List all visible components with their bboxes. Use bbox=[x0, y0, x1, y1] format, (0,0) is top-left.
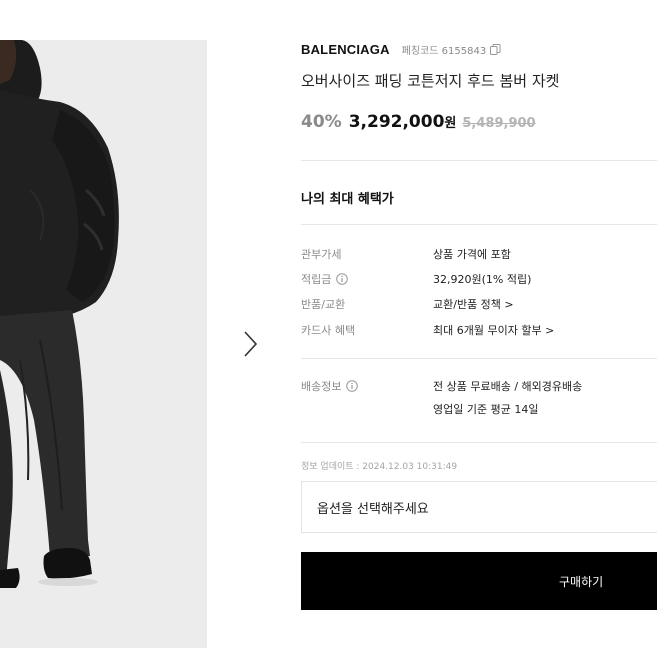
info-icon[interactable] bbox=[346, 380, 359, 392]
currency-unit: 원 bbox=[444, 116, 457, 131]
divider bbox=[301, 442, 657, 443]
product-image bbox=[0, 40, 207, 648]
copy-icon[interactable] bbox=[490, 44, 501, 55]
return-policy-link[interactable]: 교환/반품 정책 > bbox=[433, 296, 514, 312]
product-photo-model bbox=[0, 40, 207, 648]
product-name: 오버사이즈 패딩 코튼저지 후드 봄버 자켓 bbox=[301, 72, 560, 90]
divider bbox=[301, 358, 657, 359]
chevron-right-icon bbox=[244, 331, 258, 357]
shipping-eta: 영업일 기준 평균 14일 bbox=[433, 403, 539, 416]
benefit-value: 상품 가격에 포함 bbox=[433, 248, 511, 261]
shipping-label: 배송정보 bbox=[301, 380, 342, 393]
benefit-label: 관부가세 bbox=[301, 248, 342, 261]
discount-rate: 40% bbox=[301, 112, 342, 132]
benefit-label: 반품/교환 bbox=[301, 298, 346, 311]
divider bbox=[301, 224, 657, 225]
update-timestamp: 정보 업데이트 : 2024.12.03 10:31:49 bbox=[301, 462, 458, 472]
benefit-label-wrap: 적립금 bbox=[301, 271, 433, 287]
shipping-method: 전 상품 무료배송 / 해외경유배송 bbox=[433, 380, 583, 393]
original-price: 5,489,900 bbox=[462, 116, 536, 131]
price-row: 40% 3,292,000 원 5,489,900 bbox=[301, 112, 536, 132]
brand-name[interactable]: BALENCIAGA bbox=[301, 42, 390, 57]
benefit-title: 나의 최대 혜택가 bbox=[301, 192, 394, 207]
benefit-value: 32,920원(1% 적립) bbox=[433, 273, 532, 286]
option-select[interactable]: 옵션을 선택해주세요 bbox=[301, 481, 657, 533]
next-image-button[interactable] bbox=[238, 328, 262, 360]
info-icon[interactable] bbox=[336, 273, 349, 285]
shipping-row: 배송정보 전 상품 무료배송 / 해외경유배송 bbox=[301, 376, 657, 396]
divider bbox=[301, 160, 657, 161]
benefit-label: 적립금 bbox=[301, 273, 332, 286]
brand-row: BALENCIAGA 페칭코드 6155843 bbox=[301, 42, 501, 57]
buy-button[interactable]: 구매하기 bbox=[301, 552, 657, 610]
sale-price: 3,292,000 bbox=[348, 112, 445, 132]
benefit-label: 카드사 혜택 bbox=[301, 324, 356, 337]
benefit-row-card: 카드사 혜택 최대 6개월 무이자 할부 > bbox=[301, 320, 657, 340]
benefit-row-duty: 관부가세 상품 가격에 포함 bbox=[301, 244, 657, 264]
benefit-row-return: 반품/교환 교환/반품 정책 > bbox=[301, 294, 657, 314]
product-code: 페칭코드 6155843 bbox=[401, 46, 487, 57]
benefit-row-points: 적립금 32,920원(1% 적립) bbox=[301, 269, 657, 289]
card-benefit-link[interactable]: 최대 6개월 무이자 할부 > bbox=[433, 322, 554, 338]
shipping-label-wrap: 배송정보 bbox=[301, 378, 433, 394]
shipping-row-eta: 영업일 기준 평균 14일 bbox=[301, 399, 657, 419]
